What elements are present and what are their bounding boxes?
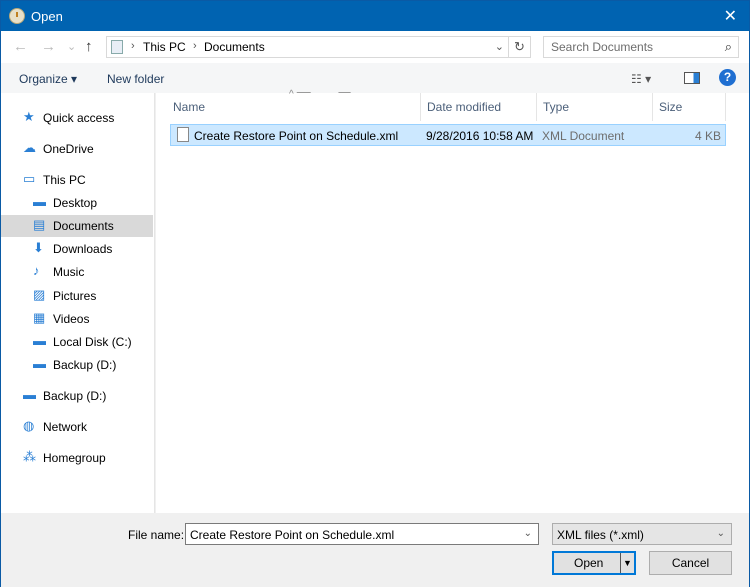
sidebar-item-label: Downloads	[53, 242, 113, 256]
column-header-type[interactable]: Type	[537, 93, 653, 121]
sidebar-item[interactable]: ⬇ Downloads	[1, 238, 153, 260]
sidebar-item[interactable]: ☁ OneDrive	[1, 138, 153, 160]
up-button[interactable]: ↑	[85, 38, 93, 55]
sidebar-item-label: Documents	[53, 219, 114, 233]
navigation-pane: ★ Quick access ☁ OneDrive ▭ This PC ▬ Desktop ▤ D…	[1, 93, 155, 513]
file-type-select[interactable]: XML files (*.xml) ⌄	[552, 523, 732, 545]
sidebar-item-label: Desktop	[53, 196, 98, 210]
sidebar-item[interactable]: ⁂ Homegroup	[1, 447, 153, 469]
star-icon: ★	[23, 109, 35, 124]
open-label: Open	[574, 556, 604, 570]
close-button[interactable]: ✕	[724, 6, 737, 26]
sidebar-item[interactable]: ▨ Pictures	[1, 285, 153, 307]
sidebar-item-label: Backup (D:)	[53, 358, 117, 372]
documents-icon: ▤	[33, 217, 46, 232]
sidebar-item-label: Music	[53, 265, 85, 279]
open-button[interactable]: Open ▼	[552, 551, 636, 575]
homegroup-icon: ⁂	[23, 449, 36, 464]
chevron-down-icon[interactable]: ⌄	[495, 40, 504, 53]
cancel-button[interactable]: Cancel	[649, 551, 732, 575]
file-row[interactable]: Create Restore Point on Schedule.xml 9/2…	[170, 124, 726, 146]
file-type: XML Document	[542, 129, 625, 143]
recent-locations-button[interactable]: ⌄	[67, 40, 76, 53]
videos-icon: ▦	[33, 310, 46, 325]
pictures-icon: ▨	[33, 287, 46, 302]
file-name-label: File name:	[128, 528, 185, 542]
back-button[interactable]: ←	[13, 38, 28, 55]
dialog-footer: File name: Create Restore Point on Sched…	[1, 513, 749, 587]
address-bar[interactable]: › This PC › Documents ⌄ ↻	[106, 36, 531, 58]
refresh-button[interactable]: ↻	[508, 37, 530, 57]
sidebar-item[interactable]: ▤ Documents	[1, 215, 153, 237]
music-icon: ♪	[33, 263, 40, 278]
drive-icon: ▬	[23, 387, 36, 402]
navigation-bar: ← → ⌄ ↑ › This PC › Documents ⌄ ↻ Search…	[1, 31, 749, 63]
sidebar-item-label: Backup (D:)	[43, 389, 107, 403]
search-icon: ⌕	[724, 39, 732, 54]
view-options-button[interactable]: ☷ ▾	[631, 72, 651, 86]
file-list: ^ Name Date modified Type Size Create Re…	[156, 89, 749, 513]
cloud-icon: ☁	[23, 140, 36, 155]
file-type-value: XML files (*.xml)	[557, 528, 644, 542]
column-header-name[interactable]: Name	[170, 93, 421, 121]
chevron-right-icon: ›	[193, 40, 197, 52]
sidebar-item[interactable]: ▬ Backup (D:)	[1, 385, 153, 407]
open-dialog: Open ✕ ← → ⌄ ↑ › This PC › Documents ⌄ ↻…	[0, 0, 750, 587]
computer-icon: ▭	[23, 171, 36, 186]
sidebar-item[interactable]: ★ Quick access	[1, 107, 153, 129]
file-name-value: Create Restore Point on Schedule.xml	[190, 528, 395, 542]
network-icon: ◍	[23, 418, 35, 433]
sidebar-item-label: This PC	[43, 173, 86, 187]
sidebar-item-label: Homegroup	[43, 451, 106, 465]
toolbar: Organize ▾ New folder TenForums.com ☷ ▾ …	[1, 63, 749, 114]
organize-button[interactable]: Organize ▾	[19, 72, 77, 86]
sidebar-item-label: Pictures	[53, 289, 97, 303]
file-size: 4 KB	[694, 129, 721, 143]
sidebar-item[interactable]: ◍ Network	[1, 416, 153, 438]
drive-icon: ▬	[33, 356, 46, 371]
sidebar-item[interactable]: ▬ Local Disk (C:)	[1, 331, 153, 353]
help-button[interactable]: ?	[719, 69, 736, 86]
column-header-date[interactable]: Date modified	[421, 93, 537, 121]
sidebar-item-label: Videos	[53, 312, 90, 326]
file-date: 9/28/2016 10:58 AM	[426, 129, 534, 143]
breadcrumb-documents[interactable]: Documents	[204, 40, 265, 54]
column-header-size[interactable]: Size	[653, 93, 726, 121]
search-input[interactable]: Search Documents ⌕	[543, 36, 739, 58]
drive-icon: ▬	[33, 333, 46, 348]
breadcrumb-this-pc[interactable]: This PC	[143, 40, 186, 54]
chevron-down-icon: ⌄	[716, 528, 725, 539]
sidebar-item[interactable]: ♪ Music	[1, 261, 153, 283]
app-icon	[9, 8, 25, 24]
title-bar: Open ✕	[1, 1, 749, 31]
new-folder-button[interactable]: New folder	[107, 72, 164, 86]
sidebar-item-label: Network	[43, 420, 88, 434]
file-name-input[interactable]: Create Restore Point on Schedule.xml ⌄	[185, 523, 539, 545]
sidebar-item-label: Local Disk (C:)	[53, 335, 132, 349]
preview-pane-icon[interactable]	[684, 72, 700, 84]
search-placeholder: Search Documents	[551, 40, 654, 54]
open-options-dropdown[interactable]: ▼	[620, 553, 634, 573]
sidebar-item[interactable]: ▬ Desktop	[1, 192, 153, 214]
chevron-right-icon: ›	[131, 40, 135, 52]
sidebar-item-label: OneDrive	[43, 142, 94, 156]
sidebar-item-label: Quick access	[43, 111, 115, 125]
desktop-icon: ▬	[33, 194, 46, 209]
forward-button[interactable]: →	[41, 38, 56, 55]
xml-file-icon	[177, 127, 189, 142]
chevron-down-icon[interactable]: ⌄	[524, 528, 532, 539]
sidebar-item[interactable]: ▬ Backup (D:)	[1, 354, 153, 376]
file-name: Create Restore Point on Schedule.xml	[194, 129, 399, 143]
window-title: Open	[31, 9, 63, 24]
download-icon: ⬇	[33, 240, 44, 255]
sidebar-item[interactable]: ▭ This PC	[1, 169, 153, 191]
documents-icon	[111, 40, 123, 54]
sidebar-item[interactable]: ▦ Videos	[1, 308, 153, 330]
